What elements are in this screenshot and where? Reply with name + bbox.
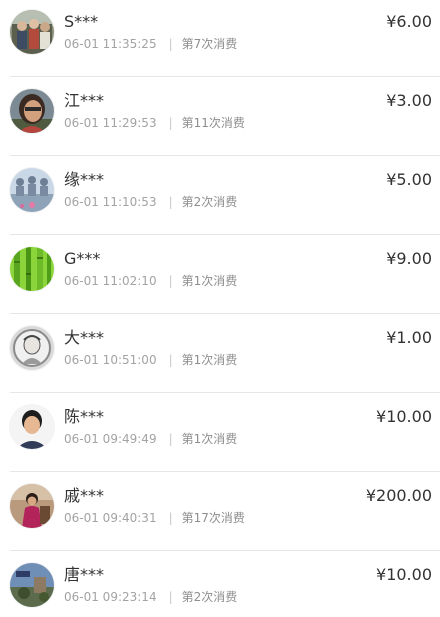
list-item[interactable]: 戚*** 06-01 09:40:31 | 第17次消费 ¥200.00 (0, 472, 440, 551)
separator: | (168, 195, 173, 209)
visit-count: 第1次消费 (181, 353, 238, 367)
record-meta: 06-01 11:02:10 | 第1次消费 (64, 273, 237, 289)
record-meta: 06-01 09:40:31 | 第17次消费 (64, 510, 245, 526)
person-photo-avatar (10, 405, 54, 449)
list-item[interactable]: 大*** 06-01 10:51:00 | 第1次消费 ¥1.00 (0, 314, 440, 393)
separator: | (168, 116, 173, 130)
customer-name: S*** (64, 12, 99, 31)
customer-name: 唐*** (64, 565, 105, 584)
record-time: 06-01 11:29:53 (64, 116, 157, 130)
amount: ¥6.00 (386, 12, 432, 31)
sketch-portrait-avatar (10, 326, 54, 370)
record-time: 06-01 10:51:00 (64, 353, 157, 367)
separator: | (168, 432, 173, 446)
separator: | (168, 590, 173, 604)
record-meta: 06-01 09:49:49 | 第1次消费 (64, 431, 237, 447)
list-item[interactable]: 江*** 06-01 11:29:53 | 第11次消费 ¥3.00 (0, 77, 440, 156)
customer-name: G*** (64, 249, 101, 268)
record-time: 06-01 11:35:25 (64, 37, 157, 51)
customer-name: 江*** (64, 91, 105, 110)
record-meta: 06-01 11:10:53 | 第2次消费 (64, 194, 237, 210)
customer-name: 大*** (64, 328, 105, 347)
visit-count: 第2次消费 (181, 590, 238, 604)
separator: | (168, 353, 173, 367)
record-time: 06-01 09:49:49 (64, 432, 157, 446)
bamboo-avatar (10, 247, 54, 291)
visit-count: 第1次消费 (181, 274, 238, 288)
record-time: 06-01 11:10:53 (64, 195, 157, 209)
list-item[interactable]: 缘*** 06-01 11:10:53 | 第2次消费 ¥5.00 (0, 156, 440, 235)
visit-count: 第2次消费 (181, 195, 238, 209)
amount: ¥200.00 (365, 486, 432, 505)
visit-count: 第7次消费 (181, 37, 238, 51)
separator: | (168, 274, 173, 288)
landscape-avatar (10, 563, 54, 607)
visit-count: 第17次消费 (181, 511, 245, 525)
amount: ¥5.00 (386, 170, 432, 189)
amount: ¥10.00 (376, 565, 432, 584)
separator: | (168, 37, 173, 51)
record-meta: 06-01 10:51:00 | 第1次消费 (64, 352, 237, 368)
list-item[interactable]: S*** 06-01 11:35:25 | 第7次消费 ¥6.00 (0, 0, 440, 77)
list-item[interactable]: 唐*** 06-01 09:23:14 | 第2次消费 ¥10.00 (0, 551, 440, 617)
record-meta: 06-01 09:23:14 | 第2次消费 (64, 589, 237, 605)
record-meta: 06-01 11:35:25 | 第7次消费 (64, 36, 237, 52)
list-item[interactable]: 陈*** 06-01 09:49:49 | 第1次消费 ¥10.00 (0, 393, 440, 472)
record-time: 06-01 11:02:10 (64, 274, 157, 288)
group-photo-avatar (10, 10, 54, 54)
portrait-woman-avatar (10, 89, 54, 133)
visit-count: 第1次消费 (181, 432, 238, 446)
visit-count: 第11次消费 (181, 116, 245, 130)
buddha-statues-avatar (10, 168, 54, 212)
record-time: 06-01 09:40:31 (64, 511, 157, 525)
amount: ¥1.00 (386, 328, 432, 347)
customer-name: 戚*** (64, 486, 105, 505)
record-meta: 06-01 11:29:53 | 第11次消费 (64, 115, 245, 131)
amount: ¥10.00 (376, 407, 432, 426)
separator: | (168, 511, 173, 525)
list-item[interactable]: G*** 06-01 11:02:10 | 第1次消费 ¥9.00 (0, 235, 440, 314)
woman-outdoor-avatar (10, 484, 54, 528)
record-time: 06-01 09:23:14 (64, 590, 157, 604)
consumption-record-list: S*** 06-01 11:35:25 | 第7次消费 ¥6.00 江*** 06-… (0, 0, 440, 617)
amount: ¥9.00 (386, 249, 432, 268)
amount: ¥3.00 (386, 91, 432, 110)
customer-name: 陈*** (64, 407, 105, 426)
customer-name: 缘*** (64, 170, 105, 189)
